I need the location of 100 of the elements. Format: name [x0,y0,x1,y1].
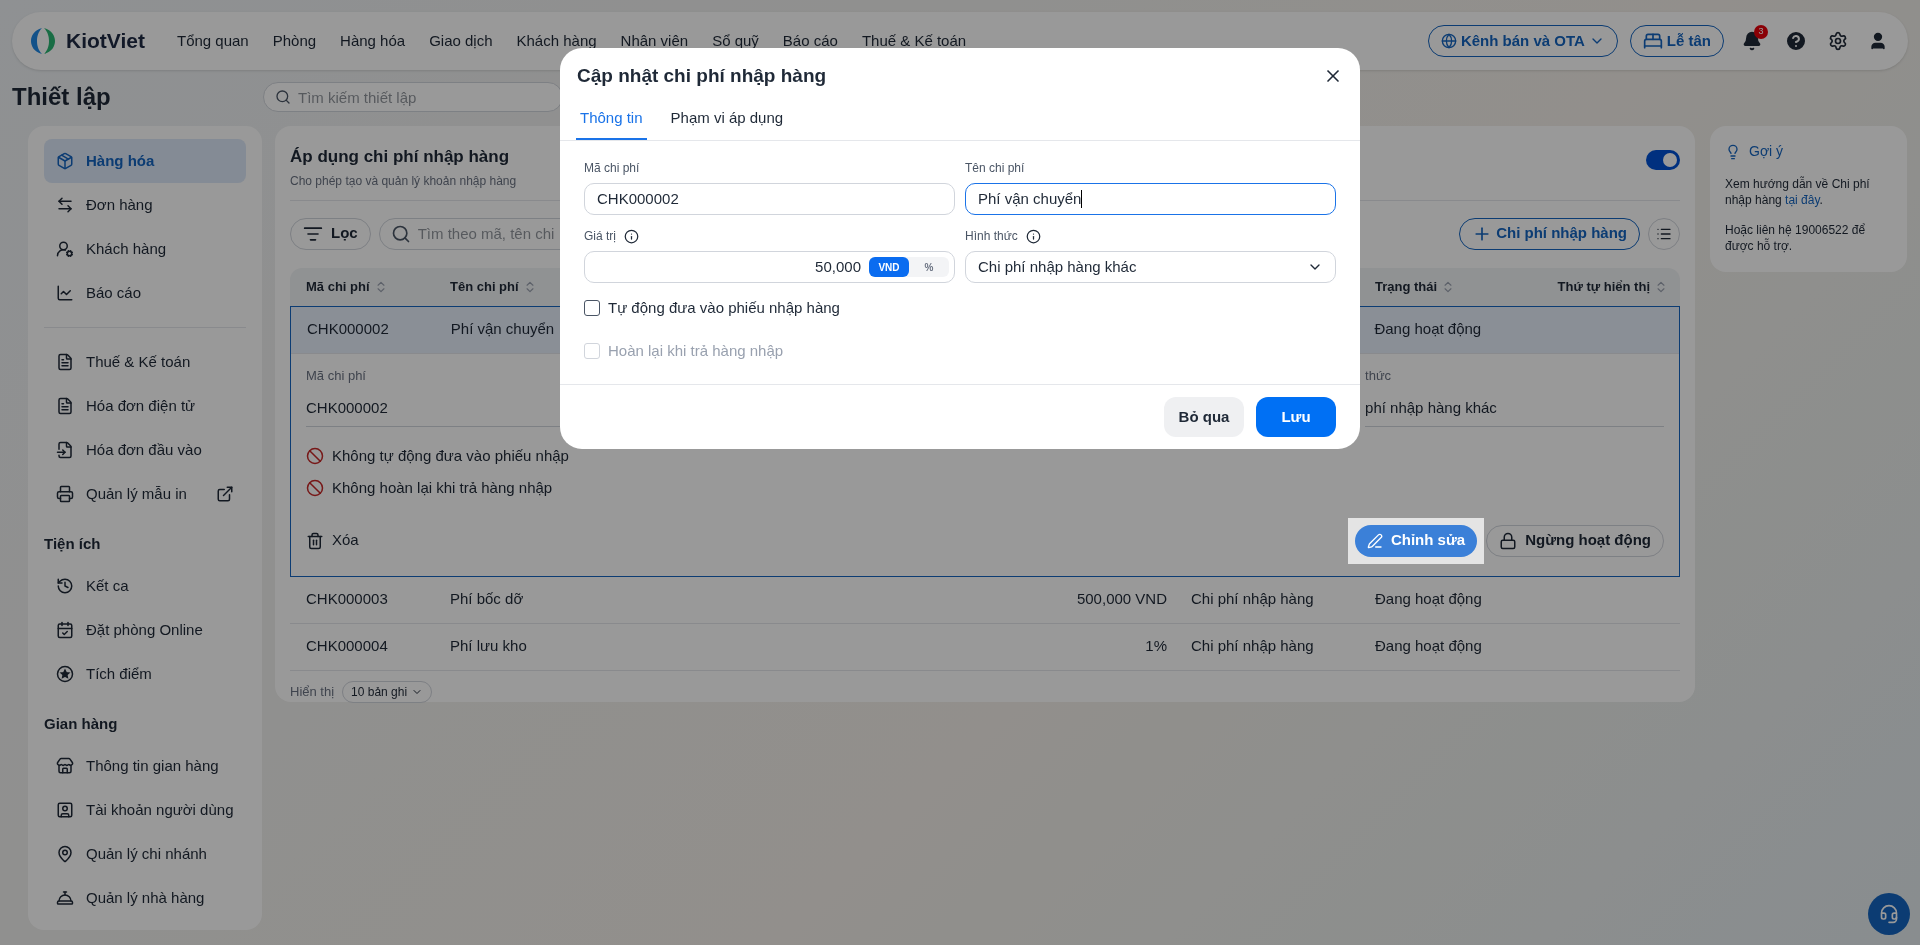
unit-toggle[interactable]: % [909,257,949,277]
search-icon [275,89,291,105]
trash-icon [306,531,324,550]
info-icon[interactable] [1025,228,1041,244]
amount-field[interactable]: 50,000 VND % [584,251,955,283]
sidebar-item[interactable]: Quản lý chi nhánh [44,832,246,876]
document-arrow-icon [56,441,74,459]
table-cell: 1% [1145,637,1167,655]
logo-text[interactable]: KiotViet [66,25,145,57]
notification-badge: 3 [1754,25,1768,39]
checkbox-label: Hoàn lại khi trả hàng nhập [608,340,784,361]
nav-link[interactable]: Giao dịch [429,29,493,53]
sidebar-item[interactable]: Quản lý nhà hàng [44,876,246,920]
table-cell: Đang hoạt động [1374,320,1482,338]
lightbulb-icon [1725,143,1741,160]
checkbox-label: Tự động đưa vào phiếu nhập hàng [608,298,840,318]
text-field[interactable]: CHK000002 [584,183,955,215]
card-subtitle: Cho phép tạo và quản lý khoản nhập hàng [290,172,517,190]
sidebar-item[interactable]: Tích điểm [44,652,246,696]
pin-icon [56,845,74,863]
hint-title: Gợi ý [1749,142,1784,161]
table-row[interactable]: CHK000003 Phí bốc dỡ 500,000 VND Chi phí nhập hàng Đang hoạt động [290,576,1680,624]
sidebar-heading: Gian hàng [44,713,119,734]
support-button[interactable] [1868,893,1910,935]
info-icon[interactable] [624,228,639,244]
column-header[interactable]: Mã chi phí [306,276,370,297]
sidebar-item[interactable]: Tài khoản người dùng [44,788,246,832]
sidebar-item[interactable]: Đặt phòng Online [44,608,246,652]
sidebar-item[interactable]: Quản lý mẫu in [44,472,246,516]
printer-icon [56,485,74,503]
type-select[interactable]: Chi phí nhập hàng khác [965,251,1336,283]
nav-link[interactable]: Sổ quỹ [712,29,759,53]
table-row[interactable]: CHK000004 Phí lưu kho 1% Chi phí nhập hàng Đang hoạt động [290,623,1680,671]
table-cell: Đang hoạt động [1375,590,1482,608]
bell-icon [56,889,74,907]
settings-search-field[interactable]: Tìm kiếm thiết lập [263,82,563,112]
guide-link[interactable]: tại đây [1785,193,1820,207]
nav-link[interactable]: Nhân viên [620,29,689,53]
sidebar-item[interactable]: Khách hàng [44,227,246,271]
calendar-icon [56,621,74,639]
box-icon [56,152,74,170]
checkbox[interactable] [584,300,600,317]
edit-button[interactable]: Chỉnh sửa [1354,524,1478,557]
dialog-tab[interactable]: Thông tin [576,106,647,140]
sidebar-item[interactable]: Hóa đơn đầu vào [44,428,246,472]
user-gear-icon [56,240,74,258]
column-header[interactable]: Thứ tự hiển thị [1557,276,1650,297]
unit-toggle[interactable]: VND [869,257,909,277]
page-title: Thiết lập [11,82,112,112]
text-field[interactable]: Phí vận chuyển [965,183,1336,215]
history-icon [56,577,74,595]
logo-icon [28,26,58,56]
dialog-title: Cập nhật chi phí nhập hàng [577,64,827,88]
sidebar-item[interactable]: Đơn hàng [44,183,246,227]
sidebar-item[interactable]: Hàng hóa [44,139,246,183]
table-cell: CHK000003 [306,590,388,608]
table-cell: CHK000004 [306,637,388,655]
store-icon [56,757,74,775]
cancel-button[interactable]: Bỏ qua [1164,397,1244,437]
headset-icon [1879,904,1899,924]
nav-link[interactable]: Báo cáo [782,29,838,53]
user-card-icon [56,801,74,819]
sidebar-item[interactable]: Báo cáo [44,271,246,315]
delete-button[interactable]: Xóa [306,529,359,552]
settings-icon[interactable] [1828,31,1848,51]
field-label: Mã chi phí [584,160,641,177]
prohibited-icon [306,446,324,465]
save-button[interactable]: Lưu [1256,397,1336,437]
help-icon[interactable] [1784,29,1808,53]
dialog-tab[interactable]: Phạm vi áp dụng [666,106,788,140]
sidebar-item[interactable]: Hóa đơn điện tử [44,384,246,428]
search-icon [390,223,411,244]
document-icon [56,397,74,415]
bed-icon [1642,31,1663,51]
sidebar-item[interactable]: Thông tin gian hàng [44,744,246,788]
sidebar-item[interactable]: Thuế & Kế toán [44,340,246,384]
sidebar-heading: Tiện ích [44,533,102,554]
table-cell: Chi phí nhập hàng [1191,637,1314,655]
user-icon[interactable] [1868,31,1888,51]
page-size-label: Hiển thị [290,682,335,701]
nav-link[interactable]: Phòng [272,29,317,53]
document-icon [56,353,74,371]
nav-link[interactable]: Tổng quan [176,29,249,53]
nav-link[interactable]: Thuế & Kế toán [861,29,967,53]
sidebar-item[interactable]: Kết ca [44,564,246,608]
card-title: Áp dụng chi phí nhập hàng [290,146,510,168]
external-link-icon[interactable] [216,485,234,503]
enable-toggle[interactable] [1646,150,1680,170]
table-cell: Đang hoạt động [1375,637,1482,655]
nav-link[interactable]: Hàng hóa [340,29,406,53]
table-cell: 500,000 VND [1076,590,1167,608]
column-header[interactable]: Trạng thái [1375,276,1438,297]
nav-link[interactable]: Khách hàng [516,29,597,53]
field-label: Hình thức [965,228,1018,245]
detail-note: Không tự động đưa vào phiếu nhập [332,445,569,466]
contact-text: Hoặc liên hệ 19006522 để được hỗ trợ. [1725,222,1867,254]
column-header[interactable]: Tên chi phí [450,276,519,297]
table-cell: Phí vận chuyển [450,320,555,338]
arrows-icon [56,196,74,214]
table-cell: CHK000002 [307,320,389,338]
